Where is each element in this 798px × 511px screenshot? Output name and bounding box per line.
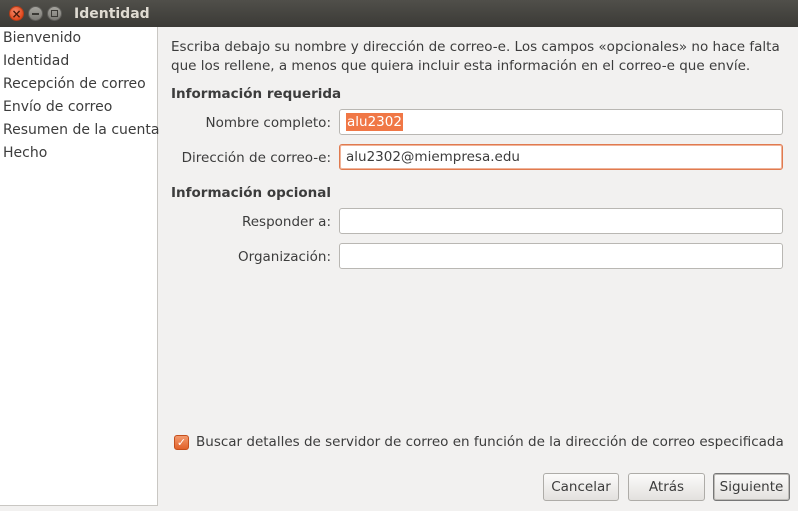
maximize-icon[interactable] (47, 6, 62, 21)
minimize-icon[interactable] (28, 6, 43, 21)
back-button[interactable]: Atrás (628, 473, 705, 501)
optional-section-title: Información opcional (171, 185, 332, 201)
email-label: Dirección de correo-e: (181, 150, 331, 166)
intro-text: Escriba debajo su nombre y dirección de … (171, 38, 783, 76)
replyto-label: Responder a: (241, 214, 331, 230)
required-section-title: Información requerida (171, 86, 342, 102)
cancel-button[interactable]: Cancelar (543, 473, 619, 501)
organization-label: Organización: (238, 249, 331, 265)
lookup-checkbox[interactable]: ✓ (174, 434, 189, 450)
email-field[interactable]: alu2302@miempresa.edu (339, 144, 783, 170)
intro-line-2: que los rellene, a menos que quiera incl… (171, 58, 751, 74)
steps-sidebar: Bienvenido Identidad Recepción de correo… (0, 27, 159, 506)
lookup-option[interactable]: ✓ Buscar detalles de servidor de correo … (174, 434, 784, 450)
replyto-field[interactable] (339, 208, 783, 234)
title-bar: Identidad (0, 0, 798, 27)
fullname-field[interactable]: alu2302 (339, 109, 783, 135)
window-title: Identidad (74, 5, 150, 22)
fullname-label: Nombre completo: (205, 115, 332, 131)
next-button[interactable]: Siguiente (713, 473, 790, 501)
assistant-window: Identidad Bienvenido Identidad Recepción… (0, 0, 798, 511)
lookup-label: Buscar detalles de servidor de correo en… (196, 434, 784, 450)
fullname-value: alu2302 (346, 113, 403, 131)
close-icon[interactable] (9, 6, 24, 21)
sidebar-item-identity: Identidad (3, 53, 70, 69)
organization-field[interactable] (339, 243, 783, 269)
intro-line-1: Escriba debajo su nombre y dirección de … (171, 39, 780, 55)
email-value: alu2302@miempresa.edu (346, 149, 520, 165)
sidebar-item-receiving: Recepción de correo (3, 76, 146, 92)
sidebar-item-welcome: Bienvenido (3, 30, 82, 46)
